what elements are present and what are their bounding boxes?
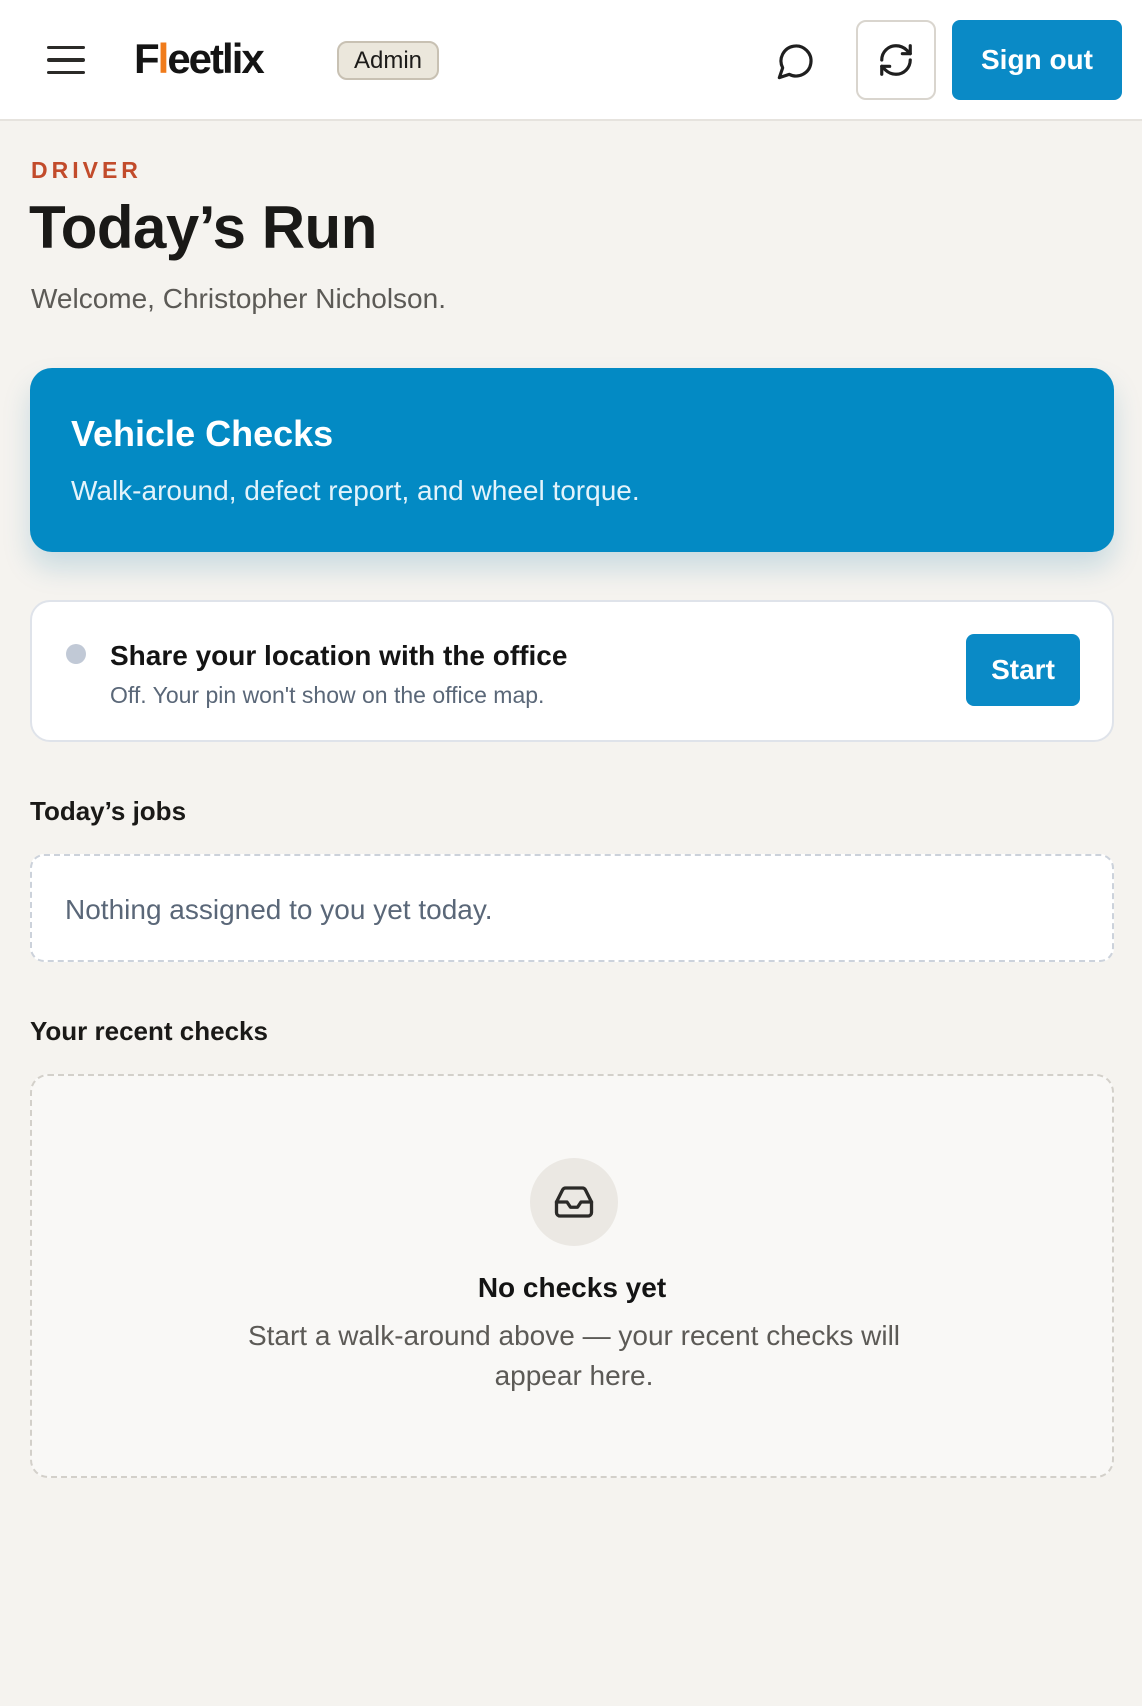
- refresh-button[interactable]: [856, 20, 936, 100]
- location-sharing-status: Off. Your pin won't show on the office m…: [110, 682, 545, 708]
- role-eyebrow: DRIVER: [31, 157, 142, 183]
- messages-button[interactable]: [772, 37, 820, 85]
- vehicle-checks-card[interactable]: Vehicle Checks Walk-around, defect repor…: [30, 368, 1114, 552]
- inbox-icon: [554, 1186, 594, 1218]
- welcome-message: Welcome, Christopher Nicholson.: [31, 283, 446, 314]
- todays-jobs-empty-state: Nothing assigned to you yet today.: [30, 854, 1114, 962]
- todays-jobs-heading: Today’s jobs: [30, 796, 187, 826]
- brand-logo[interactable]: Fleetlix: [134, 33, 265, 85]
- top-bar: Fleetlix Admin Sign out: [0, 0, 1142, 121]
- refresh-icon: [880, 44, 912, 76]
- location-sharing-title: Share your location with the office: [110, 640, 568, 671]
- chat-bubble-icon: [777, 44, 813, 80]
- location-sharing-card: Share your location with the office Off.…: [30, 600, 1114, 742]
- role-badge: Admin: [337, 41, 440, 80]
- page-title: Today’s Run: [29, 194, 377, 261]
- location-status-dot: [66, 644, 86, 664]
- recent-checks-heading: Your recent checks: [30, 1016, 268, 1046]
- vehicle-checks-subtitle: Walk-around, defect report, and wheel to…: [71, 475, 640, 506]
- hamburger-menu-icon: [47, 45, 85, 50]
- recent-checks-empty-title: No checks yet: [477, 1272, 667, 1303]
- inbox-icon-circle: [530, 1158, 618, 1246]
- menu-button[interactable]: [40, 37, 92, 83]
- recent-checks-empty-description: Start a walk-around above — your recent …: [247, 1320, 901, 1391]
- vehicle-checks-title: Vehicle Checks: [71, 413, 334, 454]
- start-location-button[interactable]: Start: [966, 634, 1080, 706]
- sign-out-button[interactable]: Sign out: [952, 20, 1122, 100]
- todays-jobs-empty-text: Nothing assigned to you yet today.: [65, 894, 493, 925]
- brand-logo-accent: l: [157, 35, 170, 82]
- recent-checks-empty-state: No checks yet Start a walk-around above …: [30, 1074, 1114, 1478]
